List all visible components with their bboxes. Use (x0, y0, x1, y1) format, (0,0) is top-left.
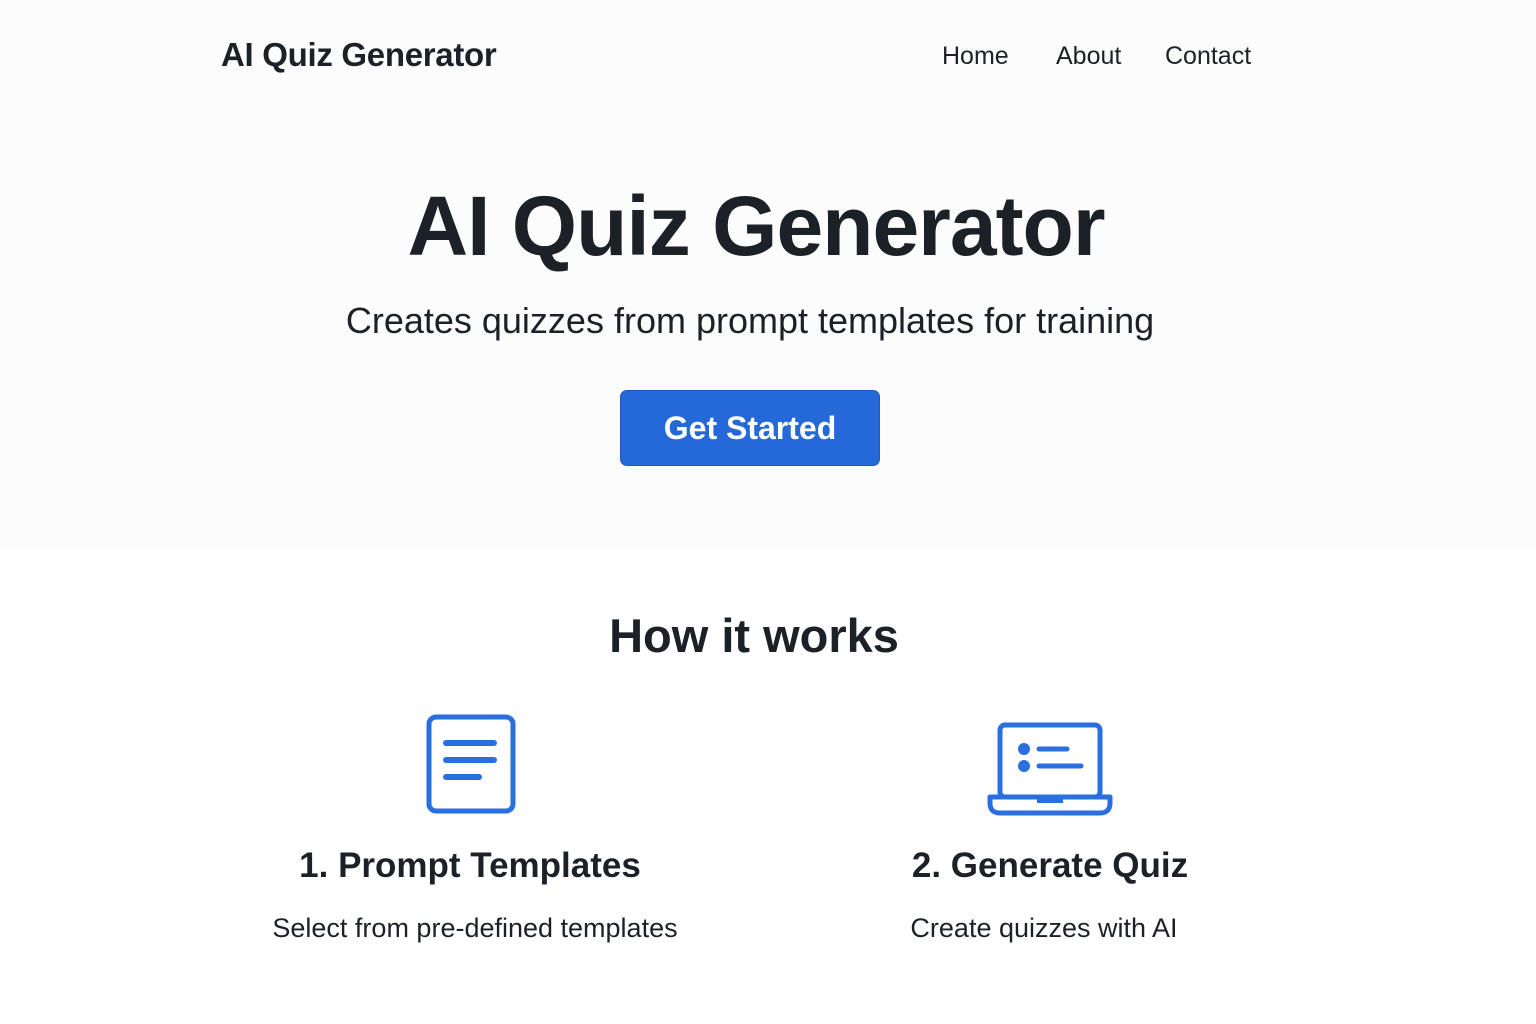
get-started-button[interactable]: Get Started (620, 390, 880, 466)
document-icon (424, 700, 518, 823)
feature-card-generate-quiz: 2. Generate Quiz Create quizzes with AI (830, 700, 1270, 980)
feature-description: Create quizzes with AI (910, 913, 1178, 943)
hero-subtitle: Creates quizzes from prompt templates fo… (345, 300, 1155, 341)
laptop-list-icon (985, 700, 1115, 823)
feature-title: 2. Generate Quiz (911, 846, 1189, 885)
nav-link-about[interactable]: About (1056, 42, 1121, 71)
landing-page: AI Quiz Generator Home About Contact AI … (0, 0, 1536, 1024)
feature-card-prompt-templates: 1. Prompt Templates Select from pre-defi… (240, 700, 710, 980)
section-title: How it works (609, 609, 899, 662)
feature-title: 1. Prompt Templates (299, 846, 641, 885)
nav-link-contact[interactable]: Contact (1165, 42, 1251, 71)
hero-title: AI Quiz Generator (407, 179, 1105, 273)
navbar: AI Quiz Generator Home About Contact (0, 0, 1536, 112)
feature-description: Select from pre-defined templates (272, 913, 678, 943)
nav-link-home[interactable]: Home (942, 42, 1009, 71)
nav-links: Home About Contact (0, 42, 1536, 74)
